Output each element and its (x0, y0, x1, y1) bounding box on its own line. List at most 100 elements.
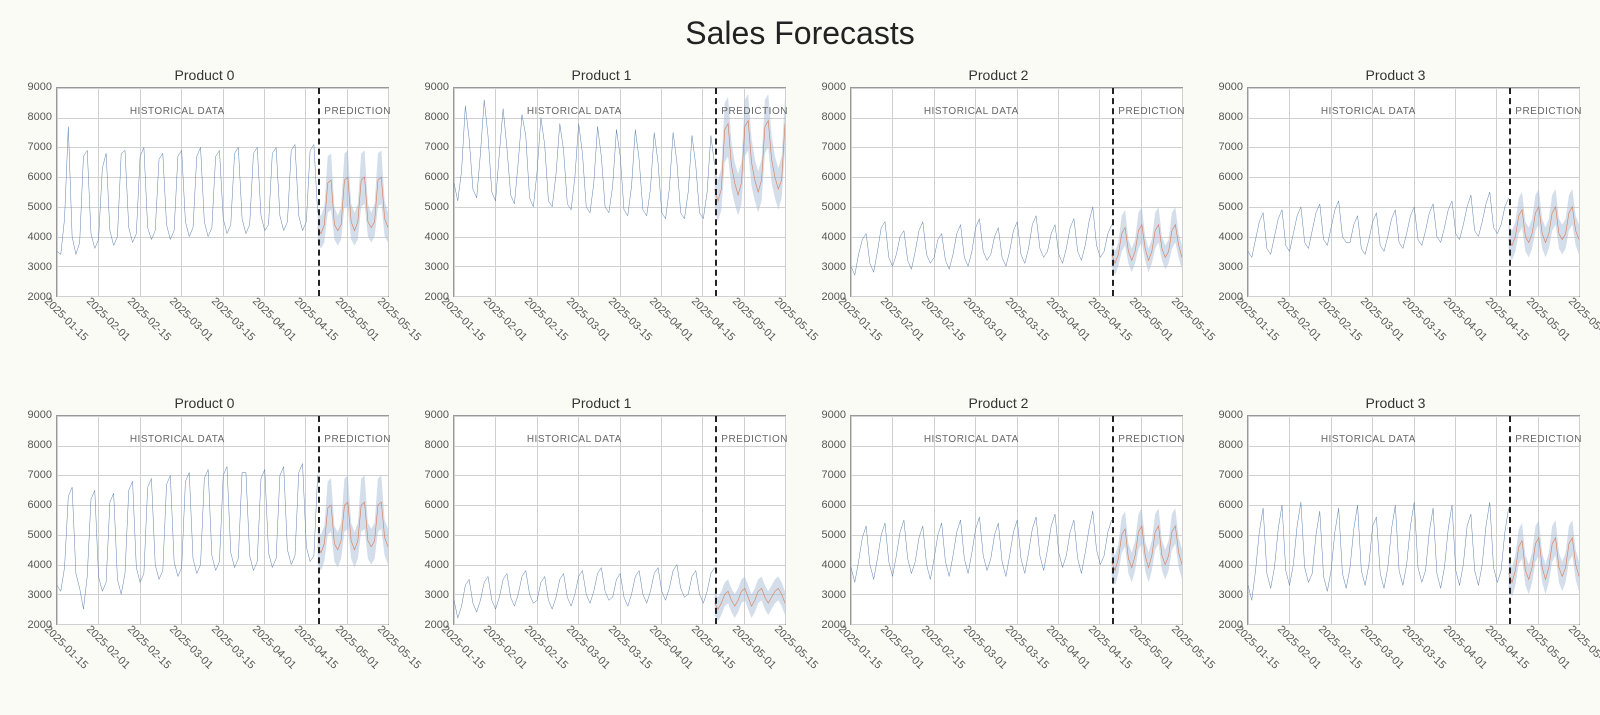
y-tick-label: 4000 (425, 231, 449, 243)
panel-title: Product 1 (417, 67, 786, 83)
chart-panel: Product 12000300040005000600070008000900… (417, 67, 786, 367)
y-tick-label: 7000 (28, 469, 52, 481)
y-tick-label: 8000 (28, 111, 52, 123)
y-tick-label: 7000 (28, 141, 52, 153)
panel-title: Product 2 (814, 395, 1183, 411)
historical-series (57, 127, 318, 255)
panel-title: Product 3 (1211, 67, 1580, 83)
plot-area: HISTORICAL DATAPREDICTION (850, 415, 1183, 625)
y-tick-label: 5000 (1219, 529, 1243, 541)
x-tick-label: 2025-01-15 (1233, 623, 1281, 671)
chart-panel: Product 32000300040005000600070008000900… (1211, 395, 1580, 695)
x-tick-label: 2025-05-15 (1169, 295, 1217, 343)
y-axis-ticks: 20003000400050006000700080009000 (814, 87, 848, 297)
x-tick-label: 2025-01-15 (42, 295, 90, 343)
page-title: Sales Forecasts (20, 15, 1580, 52)
chart-panel: Product 02000300040005000600070008000900… (20, 395, 389, 695)
y-axis-ticks: 20003000400050006000700080009000 (417, 87, 451, 297)
x-tick-label: 2025-03-01 (167, 295, 215, 343)
y-tick-label: 3000 (28, 261, 52, 273)
y-tick-label: 3000 (1219, 261, 1243, 273)
y-tick-label: 4000 (28, 559, 52, 571)
y-tick-label: 9000 (822, 409, 846, 421)
y-axis-ticks: 20003000400050006000700080009000 (814, 415, 848, 625)
forecast-split-line (1509, 88, 1511, 296)
y-tick-label: 9000 (28, 409, 52, 421)
historical-series (1248, 192, 1509, 257)
y-tick-label: 9000 (1219, 409, 1243, 421)
y-tick-label: 5000 (28, 529, 52, 541)
forecast-split-line (1112, 416, 1114, 624)
y-tick-label: 4000 (1219, 231, 1243, 243)
prediction-annotation: PREDICTION (721, 106, 788, 117)
y-tick-label: 8000 (1219, 111, 1243, 123)
x-tick-label: 2025-01-15 (439, 295, 487, 343)
x-axis-ticks: 2025-01-152025-02-012025-02-152025-03-01… (1247, 625, 1580, 695)
panel-title: Product 1 (417, 395, 786, 411)
confidence-interval (715, 576, 785, 621)
x-tick-label: 2025-03-01 (961, 623, 1009, 671)
historical-series (851, 207, 1112, 275)
x-tick-label: 2025-04-01 (1044, 295, 1092, 343)
confidence-interval (1112, 207, 1182, 275)
confidence-interval (318, 150, 388, 248)
x-tick-label: 2025-03-01 (1358, 623, 1406, 671)
historical-series (851, 511, 1112, 582)
x-tick-label: 2025-05-15 (1566, 623, 1600, 671)
y-tick-label: 6000 (28, 499, 52, 511)
confidence-interval (1112, 508, 1182, 585)
forecast-split-line (715, 88, 717, 296)
y-tick-label: 9000 (822, 81, 846, 93)
y-tick-label: 9000 (28, 81, 52, 93)
historical-series (454, 100, 715, 219)
prediction-annotation: PREDICTION (1515, 434, 1582, 445)
y-tick-label: 8000 (1219, 439, 1243, 451)
x-tick-label: 2025-03-01 (1358, 295, 1406, 343)
y-tick-label: 7000 (1219, 469, 1243, 481)
x-axis-ticks: 2025-01-152025-02-012025-02-152025-03-01… (1247, 297, 1580, 367)
y-tick-label: 8000 (822, 111, 846, 123)
panel-title: Product 0 (20, 67, 389, 83)
y-tick-label: 4000 (822, 231, 846, 243)
x-tick-label: 2025-01-15 (1233, 295, 1281, 343)
x-tick-label: 2025-01-15 (836, 623, 884, 671)
prediction-annotation: PREDICTION (1118, 106, 1185, 117)
y-tick-label: 5000 (822, 529, 846, 541)
y-axis-ticks: 20003000400050006000700080009000 (1211, 87, 1245, 297)
y-tick-label: 3000 (822, 261, 846, 273)
chart-panel: Product 12000300040005000600070008000900… (417, 395, 786, 695)
y-tick-label: 9000 (425, 409, 449, 421)
y-tick-label: 6000 (425, 171, 449, 183)
chart-grid: Product 02000300040005000600070008000900… (20, 67, 1580, 695)
y-tick-label: 7000 (822, 141, 846, 153)
chart-panel: Product 02000300040005000600070008000900… (20, 67, 389, 367)
y-tick-label: 7000 (425, 469, 449, 481)
forecast-split-line (318, 416, 320, 624)
y-tick-label: 5000 (425, 201, 449, 213)
y-tick-label: 6000 (425, 499, 449, 511)
x-axis-ticks: 2025-01-152025-02-012025-02-152025-03-01… (453, 297, 786, 367)
plot-area: HISTORICAL DATAPREDICTION (850, 87, 1183, 297)
chart-panel: Product 22000300040005000600070008000900… (814, 67, 1183, 367)
confidence-interval (1509, 189, 1579, 260)
x-tick-label: 2025-05-15 (1566, 295, 1600, 343)
y-tick-label: 6000 (822, 499, 846, 511)
y-axis-ticks: 20003000400050006000700080009000 (1211, 415, 1245, 625)
historical-annotation: HISTORICAL DATA (1321, 106, 1416, 117)
historical-series (1248, 502, 1509, 600)
plot-area: HISTORICAL DATAPREDICTION (56, 87, 389, 297)
y-tick-label: 4000 (425, 559, 449, 571)
plot-area: HISTORICAL DATAPREDICTION (1247, 415, 1580, 625)
x-tick-label: 2025-05-15 (375, 623, 423, 671)
forecast-split-line (318, 88, 320, 296)
y-tick-label: 7000 (1219, 141, 1243, 153)
x-axis-ticks: 2025-01-152025-02-012025-02-152025-03-01… (850, 625, 1183, 695)
y-axis-ticks: 20003000400050006000700080009000 (417, 415, 451, 625)
y-tick-label: 8000 (28, 439, 52, 451)
chart-panel: Product 32000300040005000600070008000900… (1211, 67, 1580, 367)
confidence-interval (318, 475, 388, 570)
plot-area: HISTORICAL DATAPREDICTION (1247, 87, 1580, 297)
x-tick-label: 2025-04-01 (1441, 295, 1489, 343)
y-tick-label: 7000 (822, 469, 846, 481)
prediction-annotation: PREDICTION (1118, 434, 1185, 445)
